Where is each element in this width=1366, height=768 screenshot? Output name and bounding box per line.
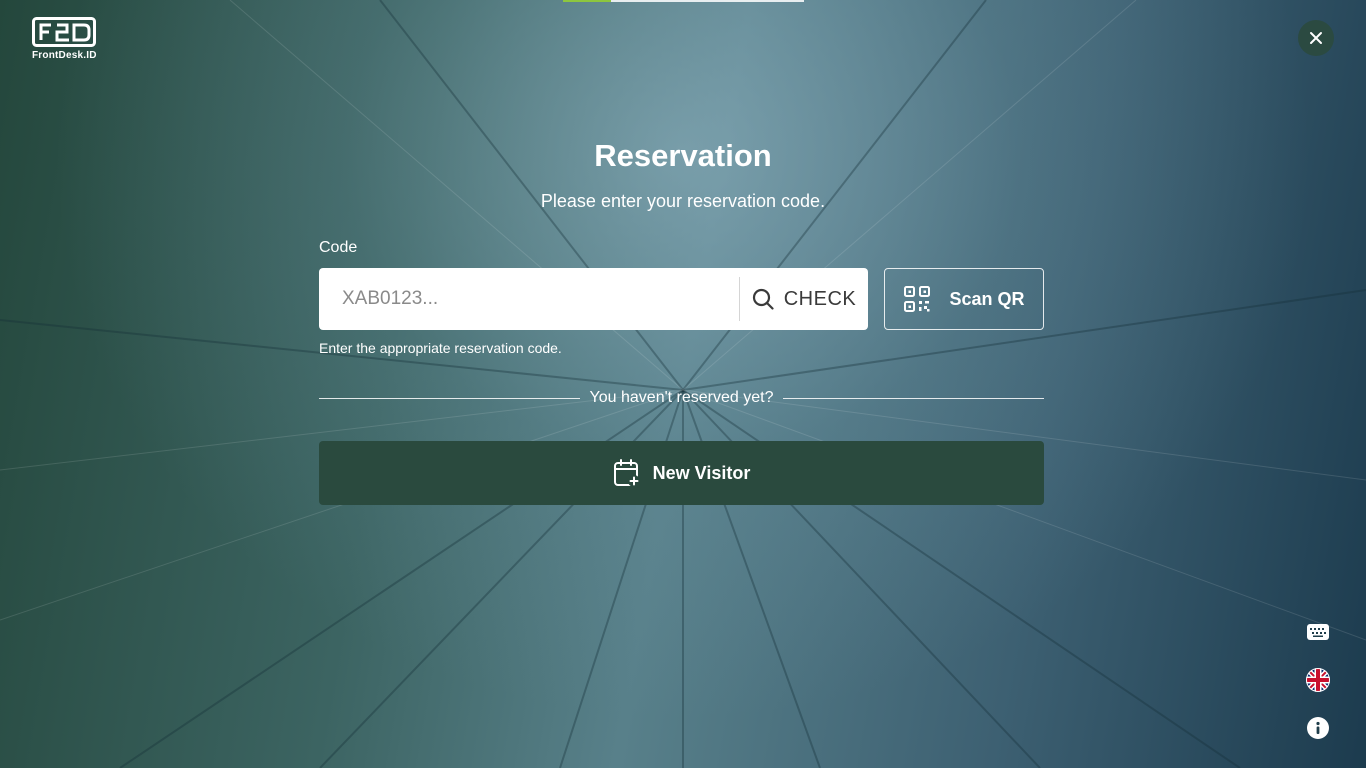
- progress-fill: [563, 0, 612, 2]
- uk-flag-icon: [1306, 668, 1330, 692]
- info-icon: [1307, 717, 1329, 739]
- brand-logo: FrontDesk.ID: [32, 17, 96, 61]
- keyboard-button[interactable]: [1307, 624, 1329, 645]
- calendar-add-icon: [613, 459, 640, 487]
- keyboard-icon: [1307, 624, 1329, 640]
- check-label: CHECK: [783, 287, 857, 310]
- scan-qr-button[interactable]: Scan QR: [884, 268, 1044, 330]
- new-visitor-label: New Visitor: [652, 462, 751, 483]
- page-subtitle: Please enter your reservation code.: [540, 191, 826, 211]
- divider-line-left: [319, 397, 580, 399]
- code-input[interactable]: [340, 287, 744, 311]
- reservation-divider: You haven't reserved yet?: [319, 387, 1045, 409]
- info-button[interactable]: [1307, 717, 1329, 744]
- page-title: Reservation: [594, 138, 772, 173]
- brand-name: FrontDesk.ID: [32, 50, 97, 61]
- background-image: [0, 0, 1366, 768]
- close-icon: [1310, 32, 1322, 44]
- progress-bar: [563, 0, 804, 2]
- code-label: Code: [319, 239, 358, 256]
- language-button[interactable]: [1306, 668, 1330, 697]
- new-visitor-button[interactable]: New Visitor: [319, 441, 1044, 505]
- search-icon: [752, 288, 774, 310]
- check-button[interactable]: CHECK: [740, 268, 868, 330]
- divider-text: You haven't reserved yet?: [589, 389, 774, 406]
- scan-qr-label: Scan QR: [949, 288, 1025, 309]
- code-input-group: CHECK: [319, 268, 868, 330]
- qr-code-icon: [904, 286, 931, 312]
- divider-line-right: [783, 397, 1045, 399]
- close-button[interactable]: [1298, 20, 1334, 56]
- logo-mark-icon: [32, 17, 96, 47]
- code-hint: Enter the appropriate reservation code.: [319, 340, 562, 356]
